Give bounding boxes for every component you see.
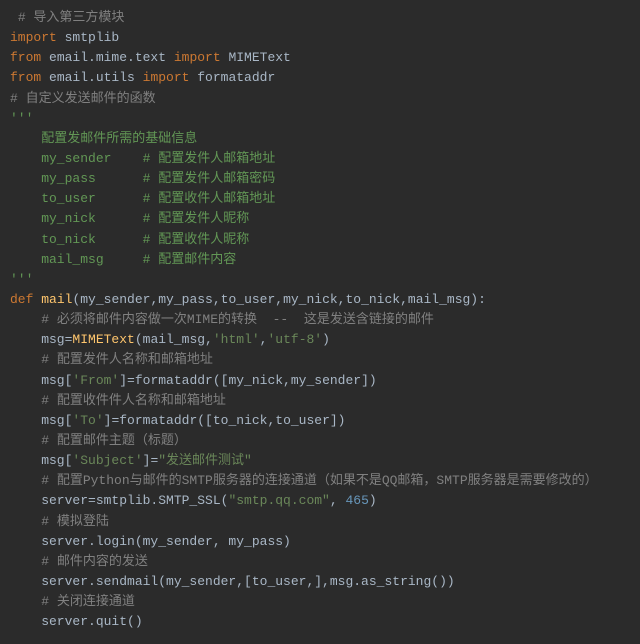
code-token: ]=formataddr([my_nick,my_sender]) [119, 373, 376, 388]
code-line: my_pass # 配置发件人邮箱密码 [10, 169, 630, 189]
code-token: (mail_msg, [135, 332, 213, 347]
code-line: msg['From']=formataddr([my_nick,my_sende… [10, 371, 630, 391]
code-line: to_user # 配置收件人邮箱地址 [10, 189, 630, 209]
code-token: 'Subject' [72, 453, 142, 468]
code-line: # 配置收件件人名称和邮箱地址 [10, 391, 630, 411]
code-token: my_pass # 配置发件人邮箱密码 [10, 171, 275, 186]
code-line: import smtplib [10, 28, 630, 48]
code-block: # 导入第三方模块import smtplibfrom email.mime.t… [0, 0, 640, 640]
code-token: 'From' [72, 373, 119, 388]
code-line: from email.mime.text import MIMEText [10, 48, 630, 68]
code-line: msg['To']=formataddr([to_nick,to_user]) [10, 411, 630, 431]
code-token: msg[ [10, 373, 72, 388]
code-token: MIMEText [228, 50, 290, 65]
code-token: ''' [10, 111, 33, 126]
code-line: # 自定义发送邮件的函数 [10, 89, 630, 109]
code-token: my_nick # 配置发件人昵称 [10, 211, 249, 226]
code-token: from [10, 50, 49, 65]
code-token: 'html' [213, 332, 260, 347]
code-token: msg[ [10, 453, 72, 468]
code-token: server.login(my_sender, my_pass) [10, 534, 291, 549]
code-token: # 必须将邮件内容做一次MIME的转换 -- 这是发送含链接的邮件 [41, 312, 434, 327]
code-token: # 配置发件人名称和邮箱地址 [41, 352, 213, 367]
code-token: formataddr [197, 70, 275, 85]
code-line: msg['Subject']="发送邮件测试" [10, 451, 630, 471]
code-token: to_user # 配置收件人邮箱地址 [10, 191, 275, 206]
code-line: 配置发邮件所需的基础信息 [10, 129, 630, 149]
code-token: 'To' [72, 413, 103, 428]
code-line: # 配置Python与邮件的SMTP服务器的连接通道（如果不是QQ邮箱，SMTP… [10, 471, 630, 491]
code-token: def [10, 292, 41, 307]
code-line: def mail(my_sender,my_pass,to_user,my_ni… [10, 290, 630, 310]
code-token: my_sender # 配置发件人邮箱地址 [10, 151, 275, 166]
code-token: # 配置收件件人名称和邮箱地址 [41, 393, 226, 408]
code-token: smtplib [65, 30, 120, 45]
code-token: mail [41, 292, 72, 307]
code-token [10, 594, 41, 609]
code-line: ''' [10, 109, 630, 129]
code-token: "smtp.qq.com" [228, 493, 329, 508]
code-line: # 配置邮件主题（标题） [10, 431, 630, 451]
code-line: server.quit() [10, 612, 630, 632]
code-token: ]=formataddr([to_nick,to_user]) [104, 413, 346, 428]
code-line: # 导入第三方模块 [10, 8, 630, 28]
code-token: # 模拟登陆 [41, 514, 109, 529]
code-token: ) [322, 332, 330, 347]
code-token: import [174, 50, 229, 65]
code-token: MIMEText [72, 332, 134, 347]
code-line: from email.utils import formataddr [10, 68, 630, 88]
code-token: # 自定义发送邮件的函数 [10, 91, 156, 106]
code-token: import [143, 70, 198, 85]
code-token: 465 [345, 493, 368, 508]
code-token: ) [369, 493, 377, 508]
code-token: 配置发邮件所需的基础信息 [10, 131, 197, 146]
code-token: # 配置Python与邮件的SMTP服务器的连接通道（如果不是QQ邮箱，SMTP… [41, 473, 597, 488]
code-line: # 模拟登陆 [10, 512, 630, 532]
code-line: # 必须将邮件内容做一次MIME的转换 -- 这是发送含链接的邮件 [10, 310, 630, 330]
code-token: msg[ [10, 413, 72, 428]
code-token: server=smtplib.SMTP_SSL( [10, 493, 228, 508]
code-token [10, 433, 41, 448]
code-line: server.sendmail(my_sender,[to_user,],msg… [10, 572, 630, 592]
code-line: # 关闭连接通道 [10, 592, 630, 612]
code-token: email.mime.text [49, 50, 174, 65]
code-token: server.quit() [10, 614, 143, 629]
code-token: # 邮件内容的发送 [41, 554, 148, 569]
code-token: import [10, 30, 65, 45]
code-token: to_nick # 配置收件人昵称 [10, 232, 249, 247]
code-line: server.login(my_sender, my_pass) [10, 532, 630, 552]
code-token: ''' [10, 272, 33, 287]
code-token [10, 554, 41, 569]
code-line: my_sender # 配置发件人邮箱地址 [10, 149, 630, 169]
code-line: ''' [10, 270, 630, 290]
code-token [10, 312, 41, 327]
code-token [10, 514, 41, 529]
code-line: mail_msg # 配置邮件内容 [10, 250, 630, 270]
code-token: from [10, 70, 49, 85]
code-token [10, 473, 41, 488]
code-token: # 配置邮件主题（标题） [41, 433, 187, 448]
code-token [10, 393, 41, 408]
code-token: # 导入第三方模块 [18, 10, 125, 25]
code-token: msg= [10, 332, 72, 347]
code-token: , [330, 493, 346, 508]
code-token: # 关闭连接通道 [41, 594, 135, 609]
code-line: to_nick # 配置收件人昵称 [10, 230, 630, 250]
code-token: "发送邮件测试" [158, 453, 252, 468]
code-line: # 配置发件人名称和邮箱地址 [10, 350, 630, 370]
code-line: # 邮件内容的发送 [10, 552, 630, 572]
code-token [10, 352, 41, 367]
code-token: ]= [143, 453, 159, 468]
code-token: 'utf-8' [267, 332, 322, 347]
code-line: my_nick # 配置发件人昵称 [10, 209, 630, 229]
code-token: server.sendmail(my_sender,[to_user,],msg… [10, 574, 455, 589]
code-token: mail_msg # 配置邮件内容 [10, 252, 236, 267]
code-line: msg=MIMEText(mail_msg,'html','utf-8') [10, 330, 630, 350]
code-token: email.utils [49, 70, 143, 85]
code-token [10, 10, 18, 25]
code-line: server=smtplib.SMTP_SSL("smtp.qq.com", 4… [10, 491, 630, 511]
code-token: (my_sender,my_pass,to_user,my_nick,to_ni… [72, 292, 485, 307]
